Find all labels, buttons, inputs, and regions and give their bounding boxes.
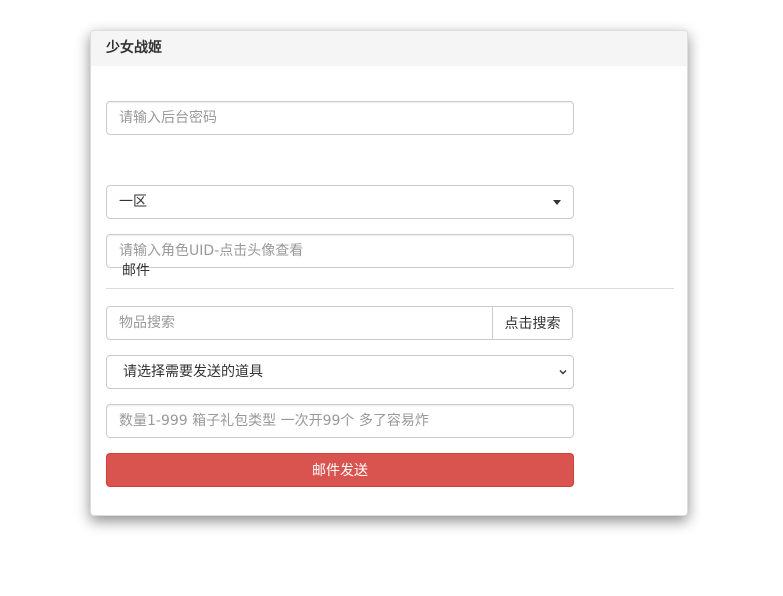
item-select-value: 请选择需要发送的道具 [123, 364, 263, 380]
item-search-group: 点击搜索 [106, 306, 573, 340]
password-input[interactable] [106, 101, 574, 135]
tab-divider [106, 288, 674, 289]
item-select[interactable]: 请选择需要发送的道具 [106, 355, 574, 389]
chevron-down-icon [559, 370, 567, 375]
item-search-input[interactable] [106, 306, 493, 340]
send-mail-button[interactable]: 邮件发送 [106, 453, 574, 487]
quantity-input[interactable] [106, 404, 574, 438]
caret-down-icon [553, 200, 561, 205]
server-select[interactable]: 一区 [106, 185, 574, 219]
tab-mail[interactable]: 邮件 [122, 260, 150, 280]
uid-input[interactable] [106, 234, 574, 268]
mail-panel: 少女战姬 一区 邮件 点击搜索 请选择需要发送的道具 邮件发送 [90, 30, 688, 516]
panel-body: 一区 [91, 66, 687, 515]
search-button[interactable]: 点击搜索 [492, 306, 573, 340]
server-select-value: 一区 [119, 194, 147, 210]
panel-title: 少女战姬 [91, 31, 687, 66]
